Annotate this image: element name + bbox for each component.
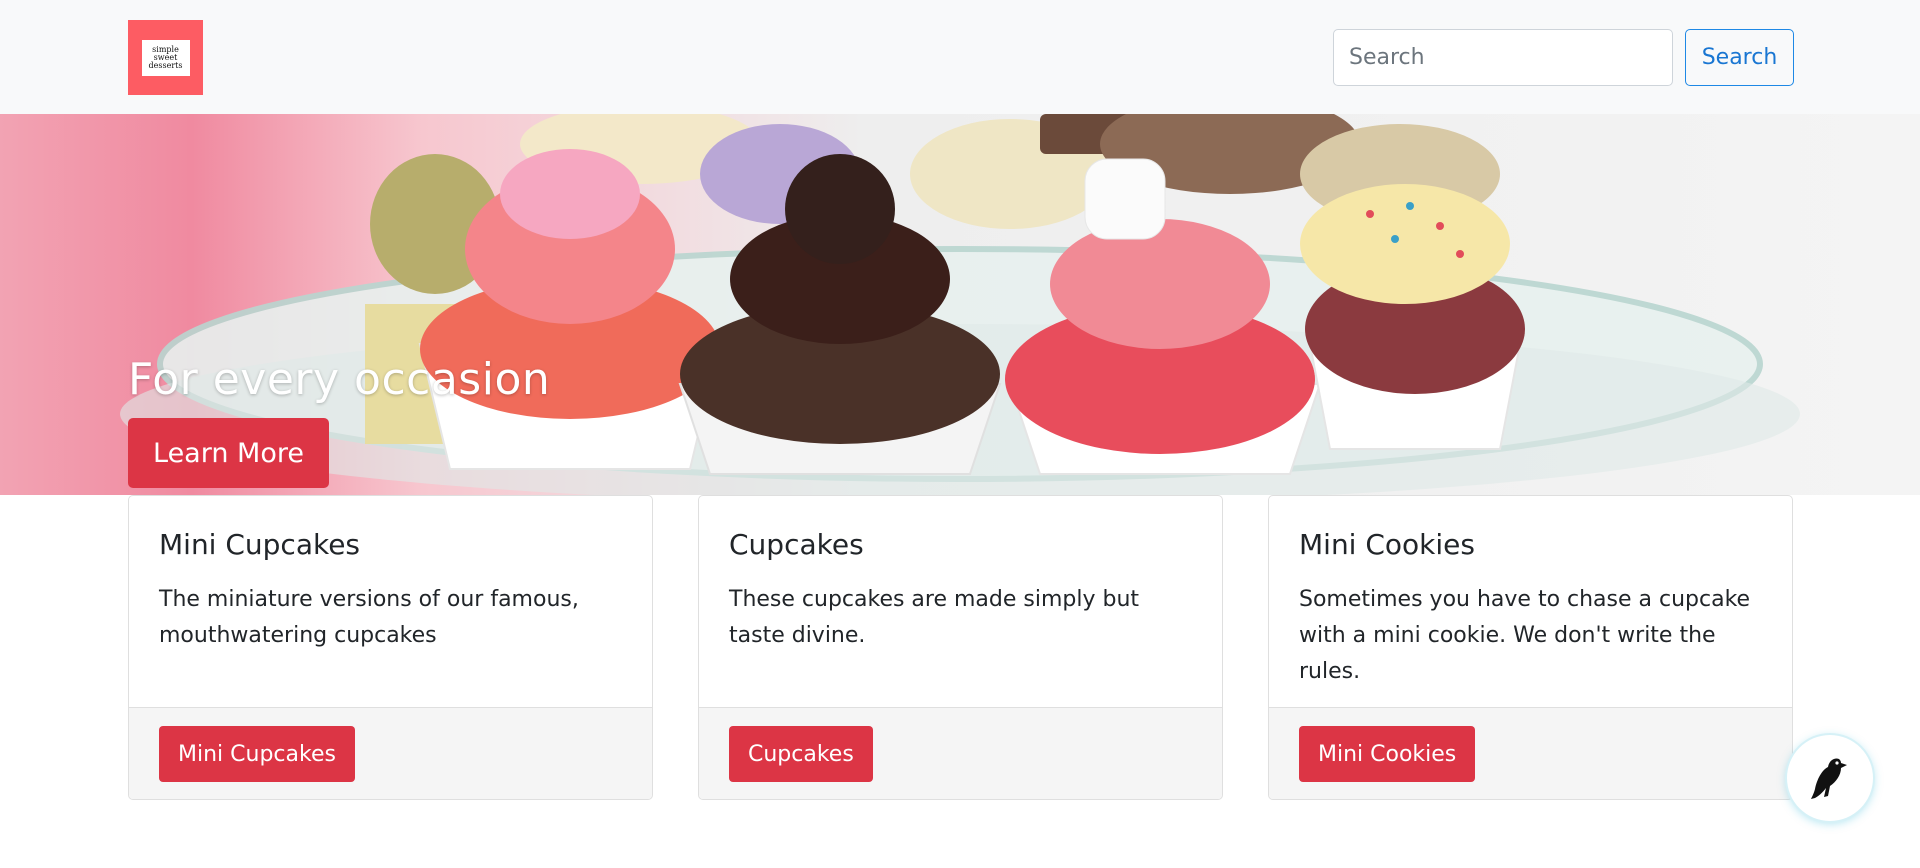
card-title: Cupcakes (729, 528, 864, 561)
navbar: simple sweet desserts Search (0, 0, 1920, 114)
card-text: These cupcakes are made simply but taste… (729, 587, 1140, 648)
mini-cookies-button[interactable]: Mini Cookies (1299, 726, 1476, 782)
logo-line-3: desserts (148, 60, 183, 70)
card-footer: Cupcakes (699, 707, 1222, 799)
card-body: Cupcakes These cupcakes are made simply … (699, 496, 1222, 707)
card-title: Mini Cookies (1299, 528, 1475, 561)
card-body: Mini Cupcakes The miniature versions of … (129, 496, 652, 707)
search-input[interactable] (1333, 29, 1673, 86)
card-text: The miniature versions of our famous, mo… (159, 587, 579, 648)
card-title: Mini Cupcakes (159, 528, 361, 561)
mini-cupcakes-button[interactable]: Mini Cupcakes (159, 726, 355, 782)
card-footer: Mini Cookies (1269, 707, 1792, 799)
product-card-mini-cupcakes: Mini Cupcakes The miniature versions of … (128, 495, 653, 800)
product-card-mini-cookies: Mini Cookies Sometimes you have to chase… (1268, 495, 1793, 800)
card-footer: Mini Cupcakes (129, 707, 652, 799)
bird-icon (1811, 758, 1847, 799)
card-text: Sometimes you have to chase a cupcake wi… (1299, 587, 1751, 684)
hero-banner: For every occasion Learn More (0, 114, 1920, 495)
logo-wordmark: simple sweet desserts (141, 39, 190, 76)
card-body: Mini Cookies Sometimes you have to chase… (1269, 496, 1792, 707)
hero-title: For every occasion (128, 354, 551, 405)
search-button[interactable]: Search (1685, 29, 1794, 86)
product-card-cupcakes: Cupcakes These cupcakes are made simply … (698, 495, 1223, 800)
brand-logo[interactable]: simple sweet desserts (128, 20, 203, 95)
floating-widget-button[interactable] (1787, 735, 1873, 821)
learn-more-button[interactable]: Learn More (128, 418, 329, 488)
cupcakes-button[interactable]: Cupcakes (729, 726, 873, 782)
